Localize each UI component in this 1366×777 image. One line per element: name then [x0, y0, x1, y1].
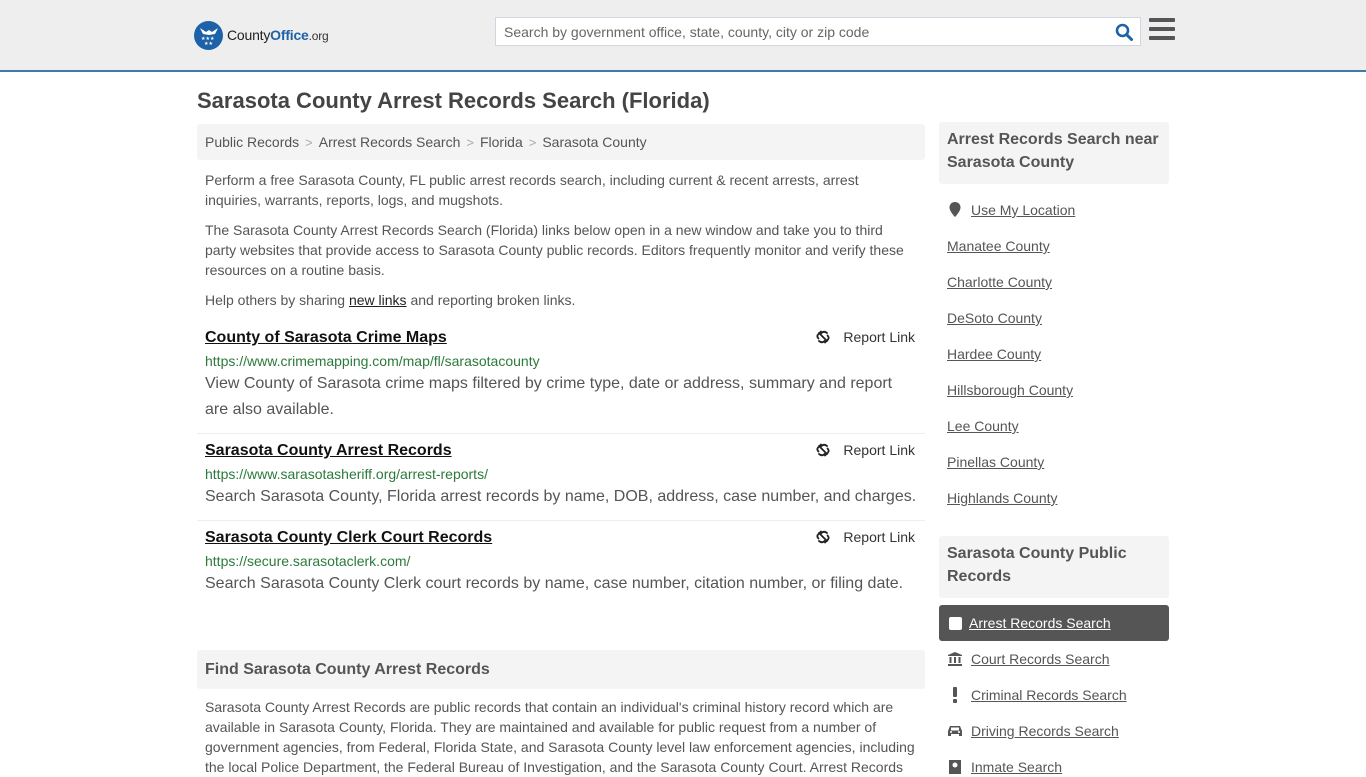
breadcrumb-arrest-records-search[interactable]: Arrest Records Search [319, 134, 461, 150]
main-content: Public Records > Arrest Records Search >… [197, 124, 925, 607]
breadcrumb-sarasota-county[interactable]: Sarasota County [542, 134, 646, 150]
sidebar-item-inmate-search[interactable]: Inmate Search [947, 758, 1062, 776]
breadcrumb-separator: > [528, 134, 537, 150]
find-section-body: Sarasota County Arrest Records are publi… [205, 699, 915, 775]
sidebar-item-court-records-search[interactable]: Court Records Search [947, 650, 1110, 668]
listing-title-link[interactable]: County of Sarasota Crime Maps [205, 327, 447, 349]
breadcrumb-separator: > [466, 134, 474, 150]
report-link-label: Report Link [843, 329, 915, 345]
listing-title-link[interactable]: Sarasota County Clerk Court Records [205, 527, 492, 549]
report-link-button[interactable]: Report Link [815, 442, 915, 458]
inmate-icon [947, 760, 963, 774]
sidebar-item-label: Inmate Search [971, 759, 1063, 775]
listing-item: County of Sarasota Crime Maps Report Lin… [197, 321, 925, 434]
listing-url: https://www.crimemapping.com/map/fl/sara… [205, 353, 540, 369]
listing-description: View County of Sarasota crime maps filte… [205, 375, 893, 418]
listing-item: Sarasota County Arrest Records Report Li… [197, 434, 925, 521]
nearby-heading: Arrest Records Search near Sarasota Coun… [939, 122, 1169, 184]
nearby-county-link[interactable]: Hillsborough County [947, 381, 1073, 399]
site-header: ★★★ ★★ CountyOffice.org [0, 0, 1366, 72]
sidebar-item-arrest-records-search[interactable]: Arrest Records Search [939, 605, 1169, 641]
map-marker-icon [947, 202, 963, 218]
hamburger-menu-button[interactable] [1149, 18, 1175, 42]
exclamation-icon [947, 687, 963, 703]
report-link-button[interactable]: Report Link [815, 329, 915, 345]
courthouse-icon [947, 652, 963, 666]
page-title: Sarasota County Arrest Records Search (F… [197, 88, 710, 113]
listing-description: Search Sarasota County Clerk court recor… [205, 575, 904, 592]
search-bar [495, 17, 1141, 46]
breadcrumb: Public Records > Arrest Records Search >… [197, 124, 925, 160]
use-my-location-link[interactable]: Use My Location [947, 201, 1075, 219]
car-icon [947, 725, 963, 737]
listing-description: Search Sarasota County, Florida arrest r… [205, 488, 917, 505]
menu-bar [1149, 36, 1175, 40]
nearby-county-link[interactable]: Pinellas County [947, 453, 1044, 471]
square-icon [949, 616, 962, 630]
find-section-heading: Find Sarasota County Arrest Records [197, 650, 925, 689]
sidebar-item-criminal-records-search[interactable]: Criminal Records Search [947, 686, 1127, 704]
search-icon [1115, 23, 1133, 41]
broken-link-icon [816, 530, 830, 544]
sidebar-item-label: Court Records Search [971, 651, 1110, 667]
intro-paragraph: Perform a free Sarasota County, FL publi… [205, 172, 859, 208]
breadcrumb-separator: > [305, 134, 313, 150]
menu-bar [1149, 27, 1175, 31]
sidebar-item-label: Criminal Records Search [971, 687, 1127, 703]
logo-text: CountyOffice.org [227, 27, 329, 43]
breadcrumb-public-records[interactable]: Public Records [205, 134, 299, 150]
report-link-label: Report Link [843, 442, 915, 458]
use-my-location-label: Use My Location [971, 202, 1076, 218]
svg-text:★★: ★★ [204, 41, 213, 45]
sidebar-item-driving-records-search[interactable]: Driving Records Search [947, 722, 1119, 740]
intro-paragraph: The Sarasota County Arrest Records Searc… [205, 222, 904, 278]
listing-item: Sarasota County Clerk Court Records Repo… [197, 521, 925, 607]
nearby-county-link[interactable]: Hardee County [947, 345, 1041, 363]
report-link-button[interactable]: Report Link [815, 529, 915, 545]
nearby-county-link[interactable]: Charlotte County [947, 273, 1052, 291]
nearby-county-link[interactable]: Manatee County [947, 237, 1050, 255]
intro-section: Perform a free Sarasota County, FL publi… [197, 170, 925, 310]
listing-url: https://www.sarasotasheriff.org/arrest-r… [205, 466, 488, 482]
broken-link-icon [816, 330, 830, 344]
eagle-logo-icon: ★★★ ★★ [194, 20, 223, 50]
new-links-link[interactable]: new links [349, 292, 407, 308]
search-button[interactable] [1108, 18, 1140, 45]
sidebar-item-label: Driving Records Search [971, 723, 1119, 739]
search-input[interactable] [496, 18, 1108, 45]
report-link-label: Report Link [843, 529, 915, 545]
public-records-heading: Sarasota County Public Records [939, 536, 1169, 598]
menu-bar [1149, 18, 1175, 22]
nearby-county-link[interactable]: Lee County [947, 417, 1019, 435]
share-text: Help others by sharing [205, 292, 349, 308]
nearby-county-link[interactable]: Highlands County [947, 489, 1058, 507]
listing-url: https://secure.sarasotaclerk.com/ [205, 553, 411, 569]
listing-title-link[interactable]: Sarasota County Arrest Records [205, 440, 452, 462]
sidebar-item-label[interactable]: Arrest Records Search [969, 615, 1111, 631]
breadcrumb-florida[interactable]: Florida [480, 134, 523, 150]
site-logo[interactable]: ★★★ ★★ CountyOffice.org [194, 20, 329, 50]
nearby-county-link[interactable]: DeSoto County [947, 309, 1042, 327]
broken-link-icon [816, 443, 830, 457]
share-text: and reporting broken links. [406, 292, 576, 308]
share-paragraph: Help others by sharing new links and rep… [205, 290, 917, 310]
